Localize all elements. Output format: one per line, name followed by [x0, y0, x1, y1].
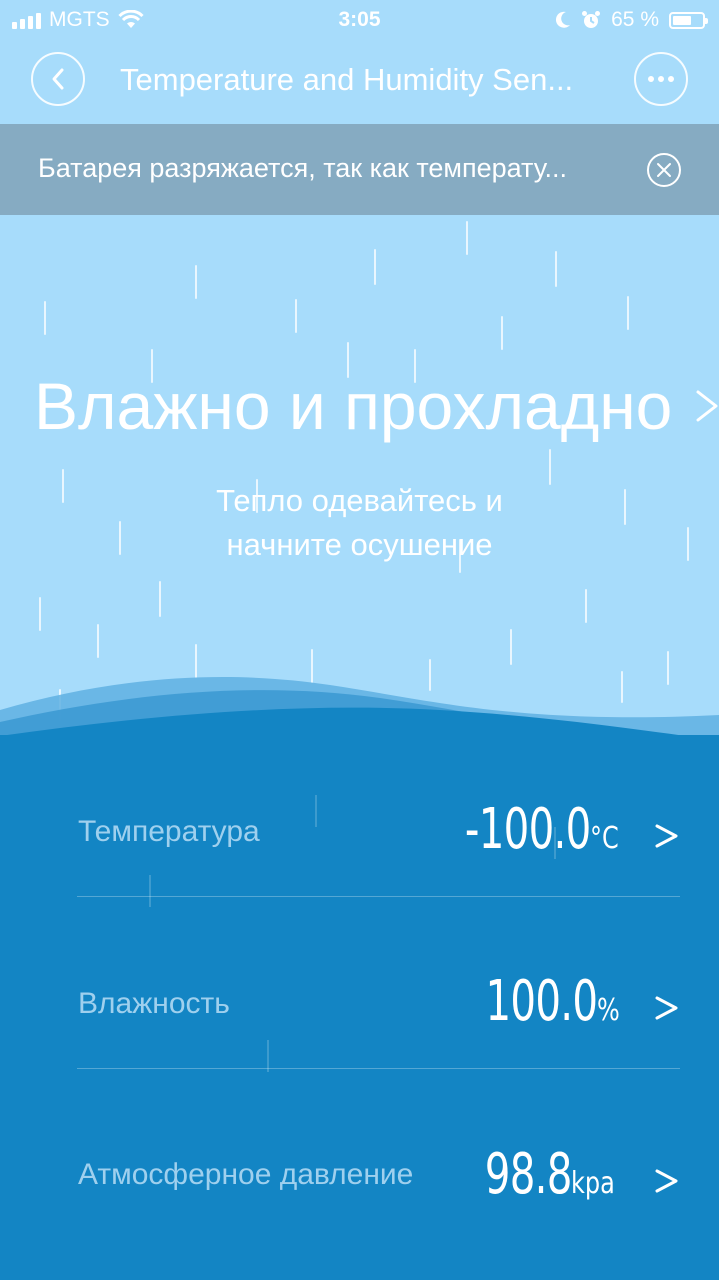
back-button[interactable]: [31, 52, 85, 106]
pressure-value: 98.8 kpa: [451, 1142, 627, 1207]
battery-level: [673, 15, 692, 25]
moon-icon: [556, 11, 571, 28]
pressure-row[interactable]: Атмосферное давление 98.8 kpa: [77, 1080, 680, 1252]
status-right: 65 %: [555, 8, 708, 32]
chevron-right-icon[interactable]: [654, 1166, 680, 1196]
humidity-label: Влажность: [78, 987, 230, 1020]
pressure-label: Атмосферное давление: [78, 1158, 414, 1191]
navigation-bar: Temperature and Humidity Sen...: [0, 40, 719, 124]
temperature-row[interactable]: Температура -100.0 °C: [77, 735, 680, 907]
banner-text: Батарея разряжается, так как температу..…: [38, 153, 568, 183]
temperature-unit: °C: [590, 821, 619, 856]
battery-warning-banner[interactable]: Батарея разряжается, так как температу..…: [0, 124, 719, 215]
pressure-number: 98.8: [484, 1142, 572, 1207]
row-divider: [77, 896, 680, 897]
app-screen: MGTS 3:05 65 % Temperature and Humidity …: [0, 0, 719, 1280]
comfort-status-title[interactable]: Влажно и прохладно: [34, 368, 672, 444]
chevron-left-icon: [52, 68, 64, 90]
close-circle-icon[interactable]: [646, 152, 682, 188]
advice-line-1: Тепло одевайтесь и: [216, 483, 503, 518]
status-bar: MGTS 3:05 65 %: [0, 0, 719, 40]
page-title: Temperature and Humidity Sen...: [120, 62, 574, 97]
chevron-right-icon[interactable]: [694, 378, 719, 434]
chevron-right-icon[interactable]: [654, 993, 680, 1023]
humidity-unit: %: [597, 993, 621, 1028]
battery-percent: 65 %: [611, 8, 659, 31]
humidity-value: 100.0 %: [442, 969, 626, 1034]
temperature-value: -100.0 °C: [416, 797, 626, 862]
comfort-advice: Тепло одевайтесь и начните осушение: [0, 479, 719, 567]
alarm-icon: [582, 11, 601, 28]
temperature-number: -100.0: [464, 797, 591, 862]
temperature-label: Температура: [78, 815, 260, 848]
humidity-number: 100.0: [485, 969, 599, 1034]
advice-line-2: начните осушение: [226, 527, 493, 562]
pressure-unit: kpa: [571, 1166, 616, 1201]
readings-panel: Температура -100.0 °C Влажность 100.0 % …: [0, 735, 719, 1280]
more-button[interactable]: [634, 52, 688, 106]
humidity-row[interactable]: Влажность 100.0 %: [77, 907, 680, 1079]
more-horizontal-icon: [648, 76, 674, 82]
battery-icon: [669, 11, 708, 29]
chevron-right-icon[interactable]: [654, 821, 680, 851]
row-divider: [77, 1068, 680, 1069]
